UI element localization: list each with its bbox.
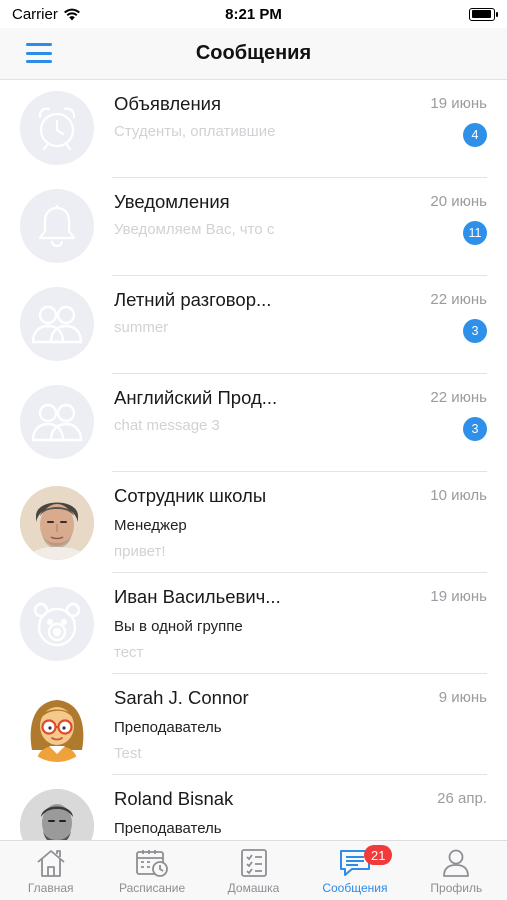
tab-profile[interactable]: Профиль [406,841,507,900]
wifi-icon [63,8,80,20]
conversation-title: Объявления [114,93,222,114]
conversation-row[interactable]: Английский Прод... 22 июнь chat message … [0,374,507,472]
tab-label: Главная [27,881,74,895]
conversation-date: 19 июнь [430,95,487,112]
carrier-label: Carrier [12,5,58,23]
tab-bar: Главная Расписание Домашка 21 Сообщения [0,840,507,900]
conversation-preview: chat message 3 [114,417,220,434]
conversation-role: Преподаватель [114,719,222,736]
page-title: Сообщения [195,42,312,64]
avatar [20,189,94,263]
conversation-preview: привет! [114,543,166,560]
conversation-title: Английский Прод... [114,387,278,408]
person-photo [20,789,94,840]
home-icon [37,850,65,877]
conversation-role: Менеджер [114,517,187,534]
group-icon [31,305,83,344]
avatar [20,385,94,459]
tab-messages[interactable]: 21 Сообщения [304,841,405,900]
bell-icon [38,205,76,248]
avatar [20,91,94,165]
conversation-row[interactable]: Объявления 19 июнь Студенты, оплатившие … [0,80,507,178]
battery-icon [469,7,498,21]
tab-home[interactable]: Главная [0,841,101,900]
conversation-preview: Студенты, оплатившие [114,123,276,140]
bear-icon [33,602,81,647]
checklist-icon [240,849,267,877]
avatar [20,789,94,840]
conversation-row[interactable]: Сотрудник школы 10 июль Менеджер привет! [0,472,507,573]
navigation-bar: Сообщения [0,28,507,80]
menu-line [26,51,52,55]
battery-fill [471,10,491,18]
conversation-date: 26 апр. [437,790,487,807]
hamburger-menu-button[interactable] [24,41,54,65]
unread-badge: 11 [463,221,487,245]
conversation-title: Sarah J. Connor [114,687,249,708]
conversation-role: Вы в одной группе [114,618,243,635]
tab-schedule[interactable]: Расписание [101,841,202,900]
avatar [20,587,94,661]
group-icon [31,403,83,442]
tab-label: Расписание [119,881,186,895]
conversation-row[interactable]: Roland Bisnak 26 апр. Преподаватель [0,775,507,840]
conversation-date: 20 июнь [430,193,487,210]
conversation-preview: Test [114,745,142,762]
conversation-title: Летний разговор... [114,289,272,310]
tab-label: Домашка [227,881,280,895]
person-photo [20,486,94,560]
conversation-preview: тест [114,644,144,661]
status-left: Carrier [12,6,81,23]
conversation-row[interactable]: Уведомления 20 июнь Уведомляем Вас, что … [0,178,507,276]
conversation-date: 22 июнь [430,389,487,406]
girl-illustration [30,700,84,762]
avatar [20,486,94,560]
conversation-preview: Уведомляем Вас, что с [114,221,275,238]
tab-label: Сообщения [322,881,388,895]
conversation-row[interactable]: Летний разговор... 22 июнь summer 3 [0,276,507,374]
conversation-title: Иван Васильевич... [114,586,281,607]
conversation-title: Уведомления [114,191,230,212]
conversation-list[interactable]: Объявления 19 июнь Студенты, оплатившие … [0,80,507,840]
avatar [20,688,94,762]
alarm-clock-icon [38,107,76,151]
tab-label: Профиль [430,881,483,895]
conversation-date: 10 июль [430,487,487,504]
conversation-row[interactable]: Sarah J. Connor 9 июнь Преподаватель Tes… [0,674,507,775]
status-bar: Carrier 8:21 PM [0,0,507,28]
conversation-preview: summer [114,319,169,336]
tab-homework[interactable]: Домашка [203,841,304,900]
messages-badge: 21 [364,845,393,865]
conversation-title: Сотрудник школы [114,485,267,506]
conversation-title: Roland Bisnak [114,788,234,809]
conversation-date: 9 июнь [438,689,487,706]
menu-line [26,60,52,63]
calendar-clock-icon [136,850,169,877]
unread-badge: 4 [463,123,487,147]
conversation-role: Преподаватель [114,820,222,837]
conversation-date: 22 июнь [430,291,487,308]
avatar [20,287,94,361]
unread-badge: 3 [463,319,487,343]
conversation-row[interactable]: Иван Васильевич... 19 июнь Вы в одной гр… [0,573,507,674]
unread-badge: 3 [463,417,487,441]
person-icon [443,849,470,877]
conversation-date: 19 июнь [430,588,487,605]
menu-line [26,43,52,46]
